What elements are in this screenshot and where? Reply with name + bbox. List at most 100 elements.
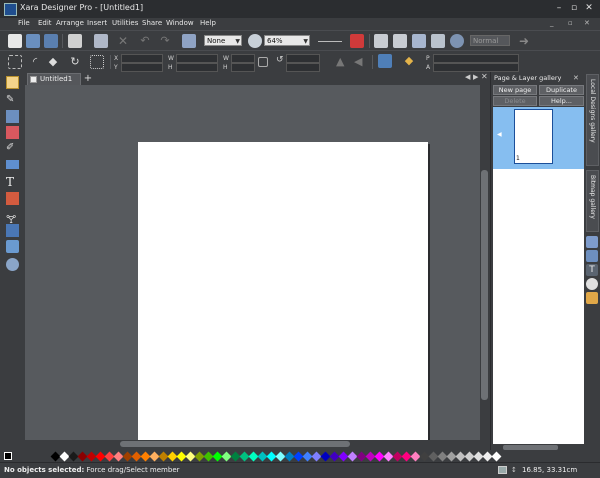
flip-horizontal-icon[interactable]: ▲ [336,55,350,69]
document-tab[interactable]: Untitled1 [27,73,81,85]
a-field[interactable] [433,63,519,72]
current-color-indicator[interactable] [4,452,12,460]
menu-arrange[interactable]: Arrange [56,19,84,27]
fill-shape-icon[interactable]: ◆ [46,55,60,69]
curve-icon[interactable]: ◜ [28,55,42,69]
y-field[interactable] [121,63,163,72]
mdi-restore-icon[interactable]: ▫ [568,19,573,27]
p-field[interactable] [433,54,519,63]
import-icon[interactable] [374,34,388,48]
delete-button[interactable]: Delete [493,96,537,106]
menu-insert[interactable]: Insert [87,19,107,27]
eraser-tool-icon[interactable] [6,126,19,139]
xara-app-icon[interactable] [4,3,17,16]
gallery-close-icon[interactable]: ✕ [573,74,579,82]
flip-vertical-icon[interactable]: ◀ [354,55,368,69]
freehand-tool-icon[interactable]: ✐ [6,142,19,155]
grid-icon[interactable] [90,55,104,69]
font-gallery-icon[interactable]: T [586,264,598,276]
text-tool-icon[interactable]: T [6,175,19,189]
open-folder-icon[interactable] [26,34,40,48]
mdi-minimize-icon[interactable]: _ [550,19,554,27]
zoom-icon[interactable] [248,34,262,48]
color-gallery-icon[interactable] [586,278,598,290]
transparency-tool-icon[interactable]: 🝖 [6,208,19,226]
menu-edit[interactable]: Edit [38,19,52,27]
shape-editor-tool-icon[interactable]: ✎ [6,94,19,107]
zoom-select[interactable]: 64% ▼ [264,35,310,46]
width-field[interactable] [176,54,218,63]
vertical-scroll-thumb[interactable] [481,170,488,400]
menu-share[interactable]: Share [142,19,162,27]
zoom-slider[interactable] [318,34,342,48]
web-preview-icon[interactable] [431,34,445,48]
zoom-tool-icon[interactable] [6,258,19,271]
mdi-close-icon[interactable]: ✕ [584,19,590,27]
horizontal-scrollbar[interactable] [25,440,489,448]
menu-help[interactable]: Help [200,19,216,27]
width-scale-field[interactable] [231,54,255,63]
w-label: W [168,55,174,62]
undo-icon[interactable]: ↶ [138,34,152,48]
page-thumbnail[interactable]: 1 [514,109,553,164]
bring-to-front-icon[interactable] [182,34,196,48]
bitmap-gallery-tab[interactable]: Bitmap gallery [586,170,599,232]
menu-utilities[interactable]: Utilities [112,19,138,27]
cut-icon[interactable]: ✕ [116,34,130,48]
rotate-icon[interactable]: ↻ [68,55,82,69]
close-button[interactable]: ✕ [582,2,596,14]
fill-tool-icon[interactable] [6,192,19,205]
local-designs-tab-label: Local Designs gallery [589,79,596,143]
camera-tool-icon[interactable] [6,110,19,123]
expand-arrow-icon[interactable]: ◀ [497,131,502,138]
name-gallery-icon[interactable] [586,292,598,304]
online-icon[interactable] [450,34,464,48]
rectangle-tool-icon[interactable] [6,160,19,169]
export-icon[interactable] [393,34,407,48]
new-page-button[interactable]: New page [493,85,537,95]
skew-field[interactable] [286,63,320,72]
height-scale-field[interactable] [231,63,255,72]
redo-icon[interactable]: ↷ [158,34,172,48]
local-designs-gallery-tab[interactable]: Local Designs gallery [586,74,599,166]
scale-lines-icon[interactable] [378,54,392,68]
tag-icon[interactable]: ◆ [402,54,416,68]
new-document-icon[interactable] [8,34,22,48]
lock-aspect-icon[interactable] [258,57,268,67]
p-label: P [426,55,430,62]
palette-swatch[interactable] [491,451,502,462]
selector-tool-icon[interactable] [6,76,19,89]
fill-gallery-icon[interactable] [586,236,598,248]
document-page[interactable] [138,142,428,440]
rotation-field[interactable] [286,54,320,63]
help-button[interactable]: Help... [539,96,584,106]
drawing-canvas[interactable] [25,85,480,440]
tab-scroll-left-icon[interactable]: ◀ [465,73,470,81]
new-tab-plus-icon[interactable]: + [83,73,93,84]
copy-icon[interactable] [68,34,82,48]
snap-status-icon[interactable] [498,466,507,474]
tab-close-icon[interactable]: ✕ [481,72,488,81]
style-select[interactable]: Normal [470,35,510,46]
link-icon[interactable] [412,34,426,48]
shadow-tool-icon[interactable] [6,224,19,237]
line-gallery-icon[interactable] [586,250,598,262]
maximize-button[interactable]: ▫ [567,2,581,14]
apply-style-arrow-icon[interactable]: ➜ [517,34,531,48]
x-field[interactable] [121,54,163,63]
snap-magnet-icon[interactable] [350,34,364,48]
save-icon[interactable] [44,34,58,48]
menu-window[interactable]: Window [166,19,194,27]
quality-select[interactable]: None ▼ [204,35,242,46]
minimize-button[interactable]: – [552,2,566,14]
vertical-scrollbar[interactable] [480,85,489,440]
duplicate-button[interactable]: Duplicate [539,85,584,95]
selection-bounds-icon[interactable] [8,55,22,69]
menu-file[interactable]: File [18,19,30,27]
tab-scroll-right-icon[interactable]: ▶ [473,73,478,81]
height-field[interactable] [176,63,218,72]
page-entry[interactable]: ◀ 1 [493,107,584,169]
paste-icon[interactable] [94,34,108,48]
horizontal-scroll-thumb[interactable] [120,441,350,447]
bevel-tool-icon[interactable] [6,240,19,253]
